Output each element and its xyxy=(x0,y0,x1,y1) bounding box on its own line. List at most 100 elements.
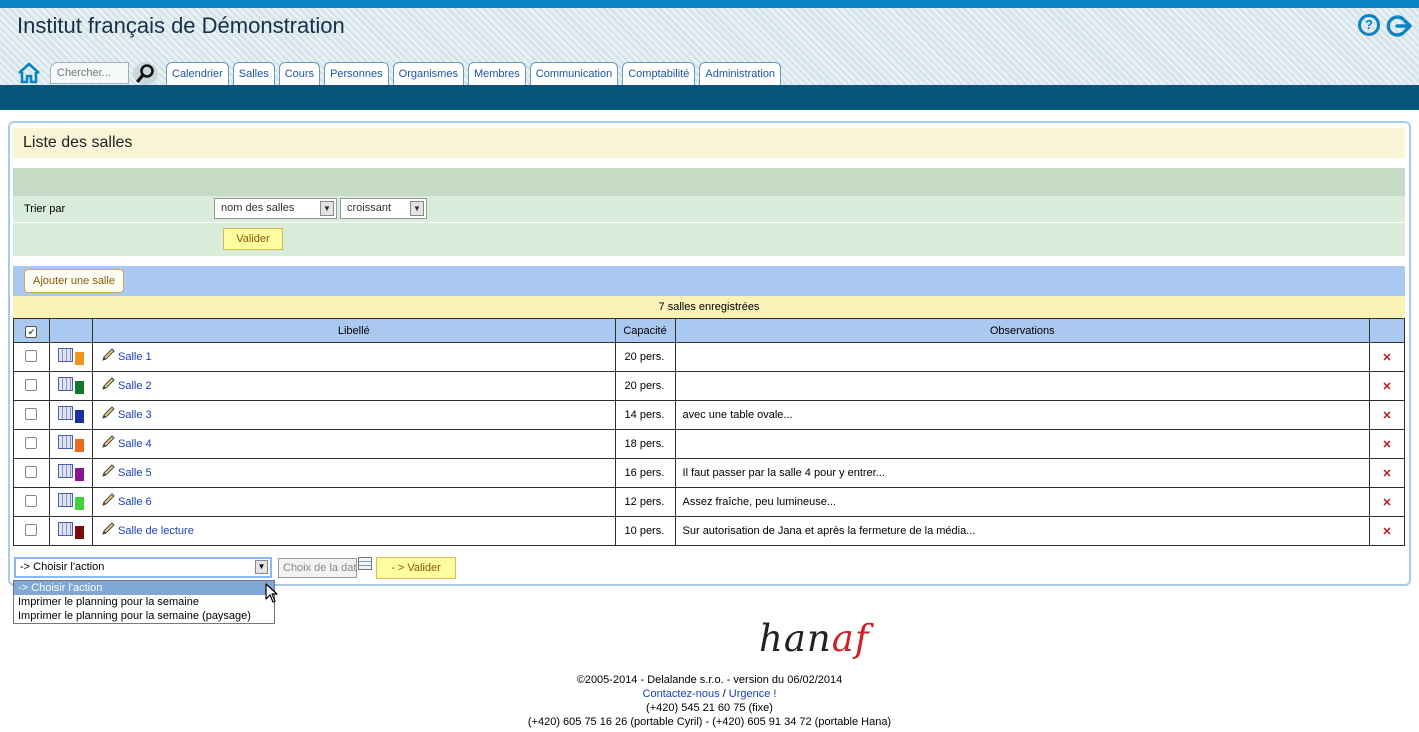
room-link[interactable]: Salle 4 xyxy=(118,438,152,450)
calendar-icon[interactable] xyxy=(57,376,73,391)
row-checkbox-cell xyxy=(13,342,50,372)
row-checkbox-cell xyxy=(13,516,50,546)
add-room-button[interactable]: Ajouter une salle xyxy=(24,269,124,293)
logout-icon[interactable] xyxy=(1386,13,1412,39)
dropdown-option[interactable]: -> Choisir l'action xyxy=(14,581,274,595)
calendar-icon[interactable] xyxy=(57,405,73,420)
room-link[interactable]: Salle 3 xyxy=(118,409,152,421)
filter-validate-button[interactable]: Valider xyxy=(223,228,283,250)
sort-field-value: nom des salles xyxy=(221,202,295,214)
label-cell: Salle 2 xyxy=(91,371,616,401)
observations-cell: Il faut passer par la salle 4 pour y ent… xyxy=(674,458,1370,488)
delete-icon[interactable]: ✕ xyxy=(1368,516,1406,546)
capacity-cell: 10 pers. xyxy=(614,516,676,546)
row-checkbox[interactable] xyxy=(25,349,38,362)
delete-icon[interactable]: ✕ xyxy=(1368,371,1406,401)
sort-order-select[interactable]: croissant ▼ xyxy=(340,198,427,219)
row-checkbox[interactable] xyxy=(25,465,38,478)
planning-cell xyxy=(48,371,93,401)
pencil-icon[interactable] xyxy=(101,522,115,536)
observations-cell xyxy=(674,342,1370,372)
label-cell: Salle 3 xyxy=(91,400,616,430)
pencil-icon[interactable] xyxy=(101,348,115,362)
pencil-icon[interactable] xyxy=(101,464,115,478)
calendar-icon[interactable] xyxy=(57,492,73,507)
delete-icon[interactable]: ✕ xyxy=(1368,429,1406,459)
row-checkbox[interactable] xyxy=(25,436,38,449)
pencil-icon[interactable] xyxy=(101,406,115,420)
select-all-header: ✔ xyxy=(13,318,50,343)
hanaf-logo: hanaf xyxy=(759,617,870,660)
observations-cell xyxy=(674,371,1370,401)
room-count: 7 salles enregistrées xyxy=(13,296,1405,318)
action-validate-button[interactable]: - > Valider xyxy=(376,557,456,579)
calendar-icon[interactable] xyxy=(57,521,73,536)
tab-salles[interactable]: Salles xyxy=(232,62,275,86)
top-accent-bar xyxy=(0,0,1419,8)
filter-header xyxy=(13,168,1405,196)
table-row: Salle 4 18 pers. ✕ xyxy=(13,429,1406,459)
dropdown-option[interactable]: Imprimer le planning pour la semaine (pa… xyxy=(14,609,274,623)
room-link[interactable]: Salle 2 xyxy=(118,380,152,392)
capacity-header: Capacité xyxy=(614,318,676,343)
footer-phone-mobile: (+420) 605 75 16 26 (portable Cyril) - (… xyxy=(527,716,892,728)
tab-communication[interactable]: Communication xyxy=(529,62,619,86)
delete-icon[interactable]: ✕ xyxy=(1368,400,1406,430)
nav-strip xyxy=(0,85,1419,110)
room-color-swatch xyxy=(74,496,84,510)
action-select[interactable]: -> Choisir l'action ▼ xyxy=(14,557,272,578)
help-icon[interactable]: ? xyxy=(1358,14,1380,36)
tab-membres[interactable]: Membres xyxy=(467,62,526,86)
urgent-link[interactable]: Urgence ! xyxy=(729,688,777,700)
delete-icon[interactable]: ✕ xyxy=(1368,342,1406,372)
row-checkbox[interactable] xyxy=(25,407,38,420)
header: Institut français de Démonstration ? Cal… xyxy=(0,0,1419,110)
search-input[interactable] xyxy=(50,62,129,84)
row-checkbox[interactable] xyxy=(25,523,38,536)
tab-comptabilite[interactable]: Comptabilité xyxy=(622,62,696,86)
delete-icon[interactable]: ✕ xyxy=(1368,487,1406,517)
capacity-cell: 18 pers. xyxy=(614,429,676,459)
tab-administration[interactable]: Administration xyxy=(699,62,782,86)
main-tabs: Calendrier Salles Cours Personnes Organi… xyxy=(166,62,782,86)
calendar-icon[interactable] xyxy=(57,434,73,449)
date-input[interactable]: Choix de la date xyxy=(278,558,357,578)
contact-link[interactable]: Contactez-nous xyxy=(643,688,720,700)
row-checkbox[interactable] xyxy=(25,378,38,391)
tab-calendrier[interactable]: Calendrier xyxy=(166,62,229,86)
table-row: Salle de lecture 10 pers. Sur autorisation… xyxy=(13,516,1406,546)
room-link[interactable]: Salle 5 xyxy=(118,467,152,479)
room-link[interactable]: Salle 6 xyxy=(118,496,152,508)
table-row: Salle 2 20 pers. ✕ xyxy=(13,371,1406,401)
home-icon[interactable] xyxy=(17,62,41,84)
table-row: Salle 1 20 pers. ✕ xyxy=(13,342,1406,372)
room-color-swatch xyxy=(74,351,84,365)
room-color-swatch xyxy=(74,409,84,423)
room-link[interactable]: Salle de lecture xyxy=(118,525,194,537)
calendar-icon[interactable] xyxy=(57,463,73,478)
tab-personnes[interactable]: Personnes xyxy=(324,62,389,86)
rooms-table: ✔ Libellé Capacité Observations Salle 1 2… xyxy=(13,318,1406,546)
room-color-swatch xyxy=(74,467,84,481)
delete-icon[interactable]: ✕ xyxy=(1368,458,1406,488)
dropdown-option[interactable]: Imprimer le planning pour la semaine xyxy=(14,595,274,609)
rooms-body: Salle 1 20 pers. ✕ Salle 2 20 pers. ✕ Salle … xyxy=(13,342,1406,546)
calendar-icon[interactable] xyxy=(358,557,372,570)
row-checkbox-cell xyxy=(13,458,50,488)
sort-field-select[interactable]: nom des salles ▼ xyxy=(214,198,337,219)
planning-cell xyxy=(48,458,93,488)
select-all-checkbox[interactable]: ✔ xyxy=(25,325,38,338)
row-checkbox[interactable] xyxy=(25,494,38,507)
observations-cell xyxy=(674,429,1370,459)
tab-cours[interactable]: Cours xyxy=(278,62,321,86)
tab-organismes[interactable]: Organismes xyxy=(392,62,464,86)
pencil-icon[interactable] xyxy=(101,377,115,391)
pencil-icon[interactable] xyxy=(101,435,115,449)
room-link[interactable]: Salle 1 xyxy=(118,351,152,363)
search-icon[interactable] xyxy=(133,62,158,85)
observations-cell: Assez fraîche, peu lumineuse... xyxy=(674,487,1370,517)
pencil-icon[interactable] xyxy=(101,493,115,507)
chevron-down-icon: ▼ xyxy=(320,201,334,216)
calendar-icon[interactable] xyxy=(57,347,73,362)
label-header: Libellé xyxy=(91,318,616,343)
